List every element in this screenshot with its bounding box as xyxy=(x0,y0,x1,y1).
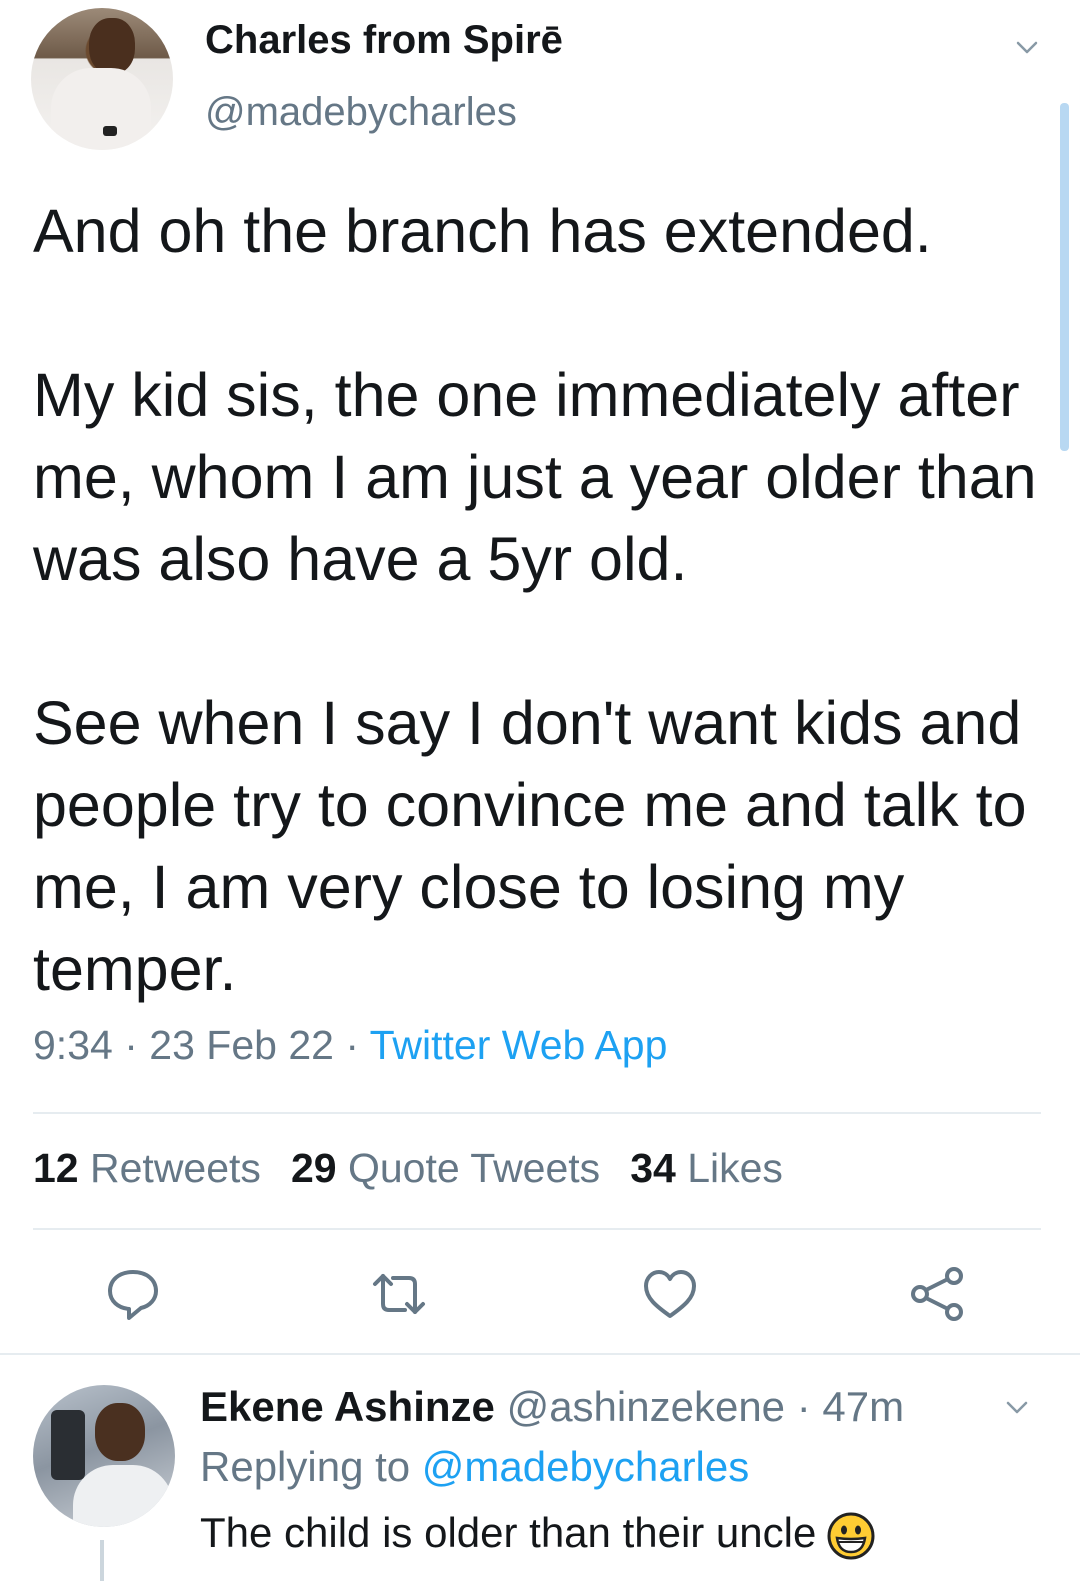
divider xyxy=(33,1228,1041,1230)
likes-label: Likes xyxy=(687,1145,783,1191)
retweets-count: 12 xyxy=(33,1145,79,1191)
avatar-body xyxy=(73,1465,173,1527)
author-handle[interactable]: @madebycharles xyxy=(205,90,517,135)
meta-separator: · xyxy=(345,1022,359,1068)
quote-tweets-stat[interactable]: 29 Quote Tweets xyxy=(291,1145,600,1191)
likes-stat[interactable]: 34 Likes xyxy=(630,1145,783,1191)
author-name[interactable]: Charles from Spirē xyxy=(205,18,563,63)
chevron-down-icon[interactable] xyxy=(1016,36,1038,58)
reply-separator: · xyxy=(796,1383,811,1430)
tweet-meta: 9:34 · 23 Feb 22 · Twitter Web App xyxy=(33,1022,667,1069)
retweets-label: Retweets xyxy=(90,1145,261,1191)
reply-text: The child is older than their uncle xyxy=(200,1509,817,1556)
avatar-face xyxy=(89,18,135,74)
reply-author-handle[interactable]: @ashinzekene xyxy=(507,1383,785,1430)
avatar-shirt xyxy=(51,68,151,150)
quotes-count: 29 xyxy=(290,1145,337,1191)
avatar-head xyxy=(95,1403,145,1461)
avatar-phone xyxy=(51,1410,85,1480)
reply-text-row: The child is older than their uncle xyxy=(200,1509,876,1561)
heart-icon[interactable] xyxy=(638,1262,702,1326)
reply-author-avatar[interactable] xyxy=(33,1385,175,1527)
replying-to-mention[interactable]: @madebycharles xyxy=(422,1443,749,1490)
thread-line xyxy=(100,1540,104,1581)
replying-to-prefix: Replying to xyxy=(200,1443,411,1490)
scrollbar[interactable] xyxy=(1060,103,1069,451)
reply-header: Ekene Ashinze @ashinzekene · 47m xyxy=(200,1383,904,1431)
divider xyxy=(0,1353,1080,1355)
tweet-time[interactable]: 9:34 xyxy=(33,1022,113,1068)
share-icon[interactable] xyxy=(906,1262,970,1326)
avatar-watch xyxy=(103,126,117,136)
author-avatar[interactable] xyxy=(31,8,173,150)
quotes-label: Quote Tweets xyxy=(347,1145,601,1191)
reply-icon[interactable] xyxy=(101,1262,165,1326)
tweet-source-link[interactable]: Twitter Web App xyxy=(370,1022,668,1068)
reply-age[interactable]: 47m xyxy=(822,1383,904,1430)
likes-count: 34 xyxy=(630,1145,676,1191)
chevron-down-icon[interactable] xyxy=(1006,1396,1028,1418)
retweet-icon[interactable] xyxy=(367,1262,431,1326)
tweet-stats: 12 Retweets 29 Quote Tweets 34 Likes xyxy=(33,1145,783,1192)
grinning-face-icon xyxy=(827,1512,875,1560)
tweet-text: And oh the branch has extended. My kid s… xyxy=(33,197,1037,1003)
replying-to: Replying to @madebycharles xyxy=(200,1443,749,1491)
retweets-stat[interactable]: 12 Retweets xyxy=(33,1145,261,1191)
divider xyxy=(33,1112,1041,1114)
meta-separator: · xyxy=(124,1022,138,1068)
tweet-date[interactable]: 23 Feb 22 xyxy=(149,1022,334,1068)
reply-author-name[interactable]: Ekene Ashinze xyxy=(200,1383,495,1430)
